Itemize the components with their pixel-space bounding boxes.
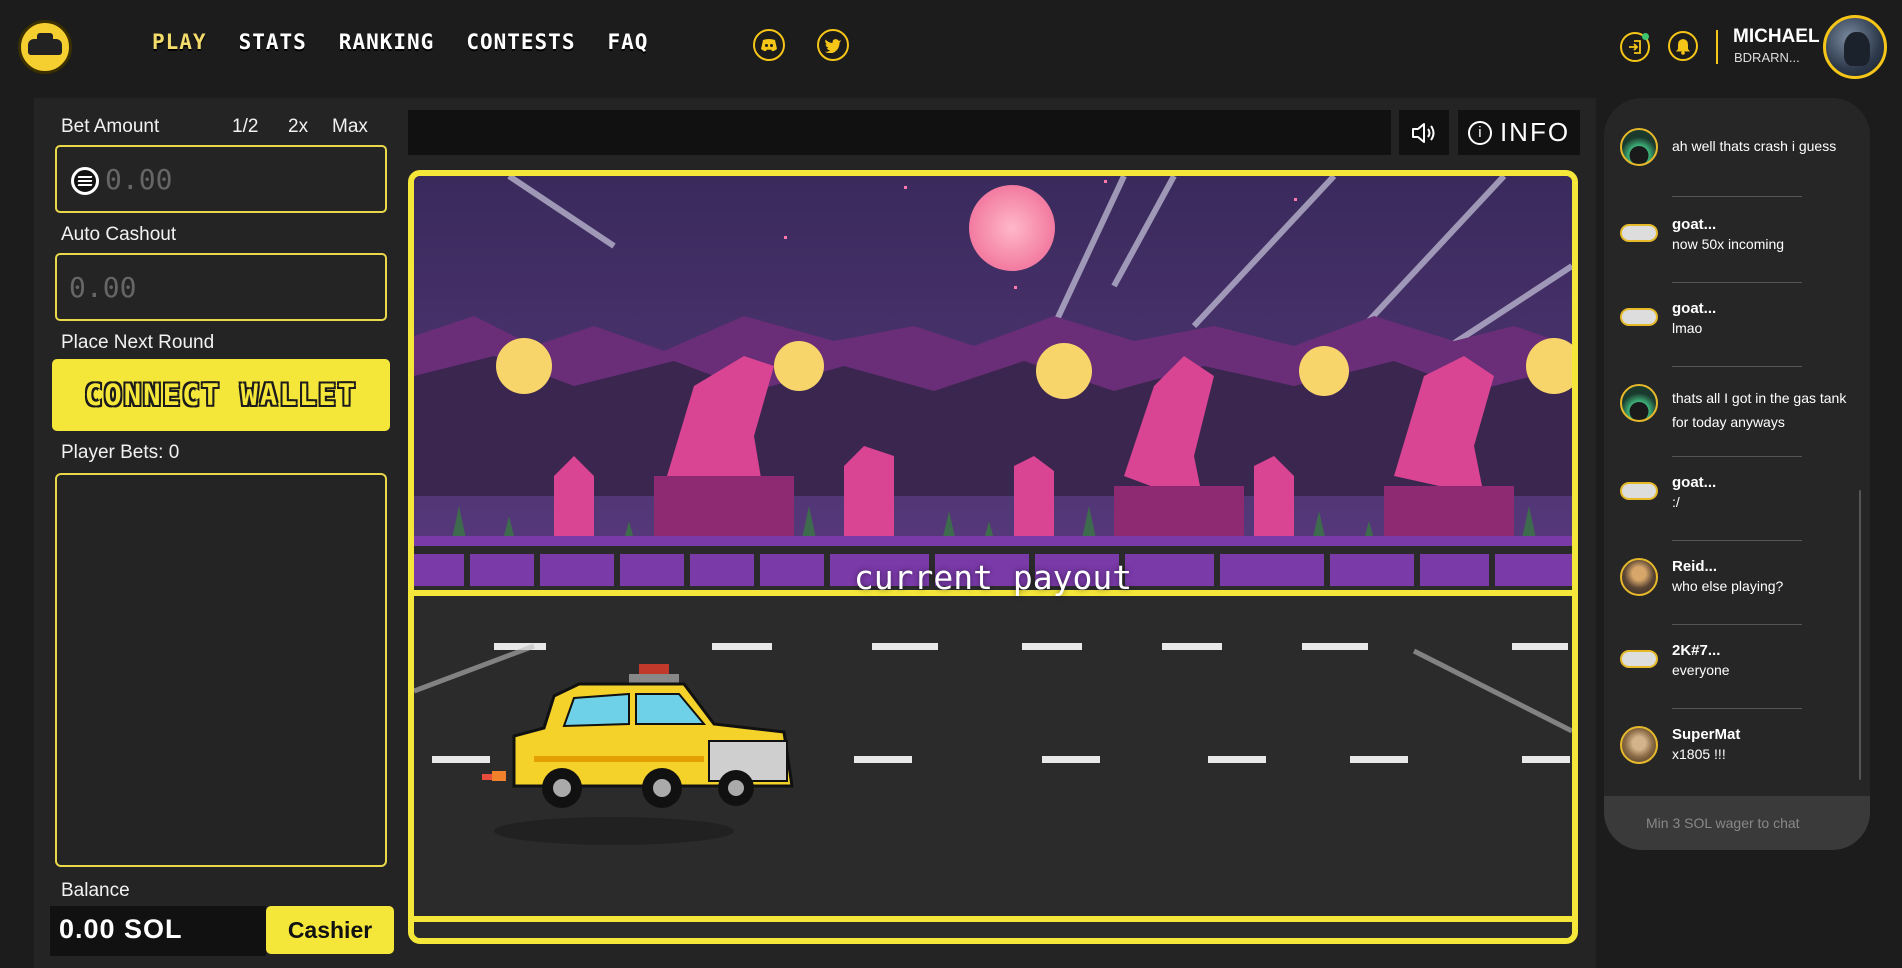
round-progress-bar	[408, 110, 1391, 155]
bet-amount-field	[55, 145, 387, 213]
solana-icon	[71, 167, 99, 195]
taxi-logo-icon[interactable]	[18, 20, 72, 74]
cashier-button[interactable]: Cashier	[266, 906, 394, 954]
bell-icon[interactable]	[1668, 31, 1698, 61]
speaker-icon	[1412, 122, 1435, 143]
info-icon: i	[1467, 120, 1492, 145]
bet-amount-input[interactable]	[105, 147, 365, 211]
chat-author[interactable]: goat...	[1672, 300, 1716, 317]
nav-faq[interactable]: FAQ	[607, 30, 648, 54]
moon-icon	[969, 185, 1055, 271]
balance-box: 0.00 SOL	[50, 906, 266, 956]
chat-avatar[interactable]	[1620, 482, 1658, 500]
chat-divider	[1672, 456, 1802, 457]
bet-amount-label: Bet Amount	[61, 116, 160, 137]
bet-panel: Bet Amount 1/2 2x Max Auto Cashout Place…	[34, 98, 396, 968]
nav-ranking[interactable]: RANKING	[339, 30, 435, 54]
login-icon[interactable]	[1620, 32, 1650, 62]
player-bets-list[interactable]	[55, 473, 387, 867]
online-status-dot	[1642, 33, 1649, 40]
chat-message-text: ah well thats crash i guess	[1672, 138, 1837, 154]
half-bet-button[interactable]: 1/2	[232, 116, 258, 138]
info-label: INFO	[1499, 117, 1571, 147]
chat-input[interactable]	[1604, 796, 1870, 850]
header-divider	[1716, 30, 1718, 64]
game-canvas	[414, 176, 1572, 938]
chat-panel: ah well thats crash i guess goat... now …	[1604, 98, 1870, 850]
chat-author[interactable]: SuperMat	[1672, 726, 1740, 743]
chat-message-text: lmao	[1672, 320, 1703, 336]
info-button[interactable]: i INFO	[1458, 110, 1580, 155]
top-bar: PLAY STATS RANKING CONTESTS FAQ MICHAEL …	[0, 0, 1902, 92]
nav-contests[interactable]: CONTESTS	[466, 30, 575, 54]
chat-avatar[interactable]	[1620, 128, 1658, 166]
chat-divider	[1672, 196, 1802, 197]
chat-divider	[1672, 282, 1802, 283]
chat-message-text: thats all I got in the gas tank for toda…	[1672, 390, 1847, 430]
chat-divider	[1672, 624, 1802, 625]
nav-stats[interactable]: STATS	[239, 30, 307, 54]
connect-wallet-button[interactable]: CONNECT WALLET	[52, 359, 390, 431]
chat-scrollbar[interactable]	[1859, 490, 1861, 780]
max-bet-button[interactable]: Max	[332, 116, 368, 138]
twitter-icon[interactable]	[817, 29, 849, 61]
chat-avatar[interactable]	[1620, 726, 1658, 764]
game-scene: current payout	[408, 170, 1578, 944]
main-nav: PLAY STATS RANKING CONTESTS FAQ	[152, 30, 648, 54]
chat-avatar[interactable]	[1620, 384, 1658, 422]
auto-cashout-label: Auto Cashout	[61, 224, 177, 245]
chat-avatar[interactable]	[1620, 224, 1658, 242]
user-name[interactable]: MICHAEL	[1733, 26, 1820, 48]
chat-divider	[1672, 708, 1802, 709]
user-avatar[interactable]	[1823, 15, 1887, 79]
place-next-round-label: Place Next Round	[61, 332, 215, 353]
balance-label: Balance	[61, 880, 130, 901]
chat-message-text: everyone	[1672, 662, 1730, 678]
chat-author[interactable]: goat...	[1672, 474, 1716, 491]
chat-avatar[interactable]	[1620, 558, 1658, 596]
user-handle: BDRARN...	[1734, 50, 1800, 65]
chat-avatar[interactable]	[1620, 308, 1658, 326]
chat-message-list[interactable]: ah well thats crash i guess goat... now …	[1604, 98, 1870, 798]
chat-author[interactable]: Reid...	[1672, 558, 1717, 575]
discord-icon[interactable]	[753, 29, 785, 61]
chat-divider	[1672, 540, 1802, 541]
chat-message-text: x1805 !!!	[1672, 746, 1726, 762]
chat-message-text: now 50x incoming	[1672, 236, 1785, 252]
nav-play[interactable]: PLAY	[152, 30, 207, 54]
balance-value: 0.00 SOL	[59, 914, 183, 944]
chat-author[interactable]: goat...	[1672, 216, 1716, 233]
auto-cashout-field	[55, 253, 387, 321]
chat-avatar[interactable]	[1620, 650, 1658, 668]
chat-divider	[1672, 366, 1802, 367]
chat-author[interactable]: 2K#7...	[1672, 642, 1720, 659]
chat-message-text: :/	[1672, 494, 1680, 510]
double-bet-button[interactable]: 2x	[288, 116, 308, 138]
chat-message-text: who else playing?	[1672, 578, 1784, 594]
auto-cashout-input[interactable]	[69, 255, 329, 319]
game-area: i INFO current payout	[396, 98, 1596, 968]
player-bets-label: Player Bets: 0	[61, 442, 180, 463]
sound-toggle-button[interactable]	[1399, 110, 1449, 155]
current-payout-label: current payout	[853, 558, 1133, 597]
